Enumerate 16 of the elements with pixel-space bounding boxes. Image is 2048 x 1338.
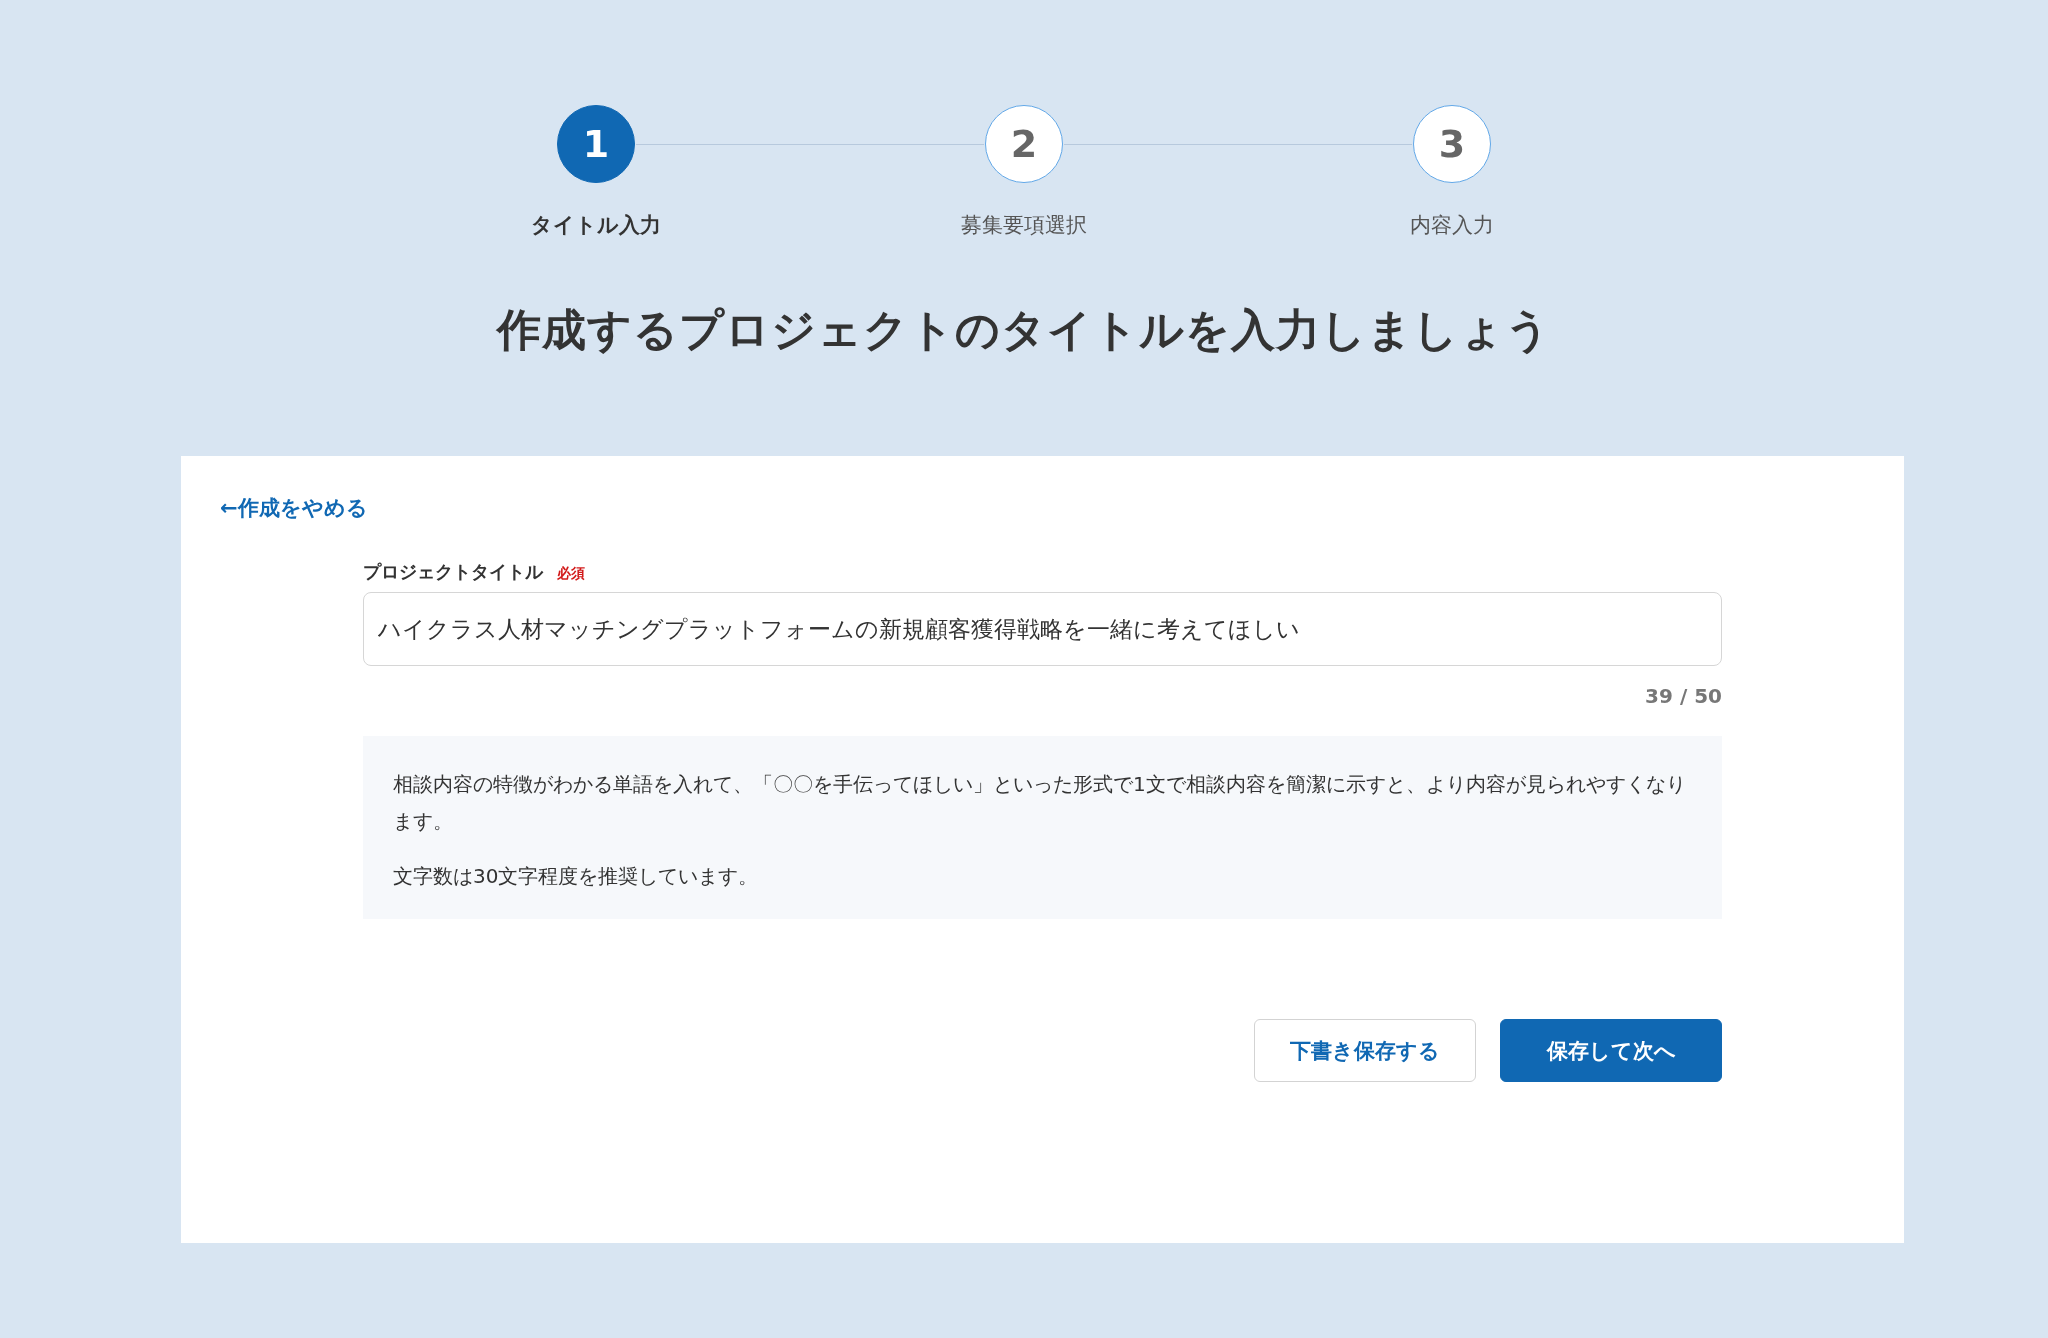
required-label: 必須	[557, 565, 585, 583]
page-heading: 作成するプロジェクトのタイトルを入力しましょう	[495, 303, 1552, 357]
title-input-field[interactable]: ハイクラス人材マッチングプラットフォームの新規顧客獲得戦略を一緒に考えてほしい	[363, 592, 1722, 666]
save-draft-button[interactable]: 下書き保存する	[1254, 1019, 1476, 1082]
field-label: プロジェクトタイトル	[363, 560, 543, 584]
step-number: 1	[557, 105, 635, 183]
cancel-link[interactable]: ←作成をやめる	[220, 496, 368, 520]
step-label: タイトル入力	[531, 212, 661, 239]
character-count: 39 / 50	[1644, 684, 1722, 708]
step-label: 内容入力	[1410, 212, 1494, 239]
save-next-button[interactable]: 保存して次へ	[1500, 1019, 1722, 1082]
hint-text: 文字数は30文字程度を推奨しています。	[393, 863, 760, 890]
hint-text: 相談内容の特徴がわかる単語を入れて、「〇〇を手伝ってほしい」といった形式で1文で相談内容を簡潔に示すと、より内容が見られやすくなります。	[393, 771, 1687, 835]
step-number: 3	[1413, 105, 1491, 183]
step-number: 2	[985, 105, 1063, 183]
step-label: 募集要項選択	[961, 212, 1087, 239]
